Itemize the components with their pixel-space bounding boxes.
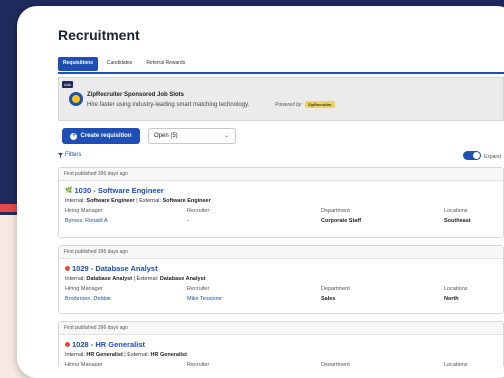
published-date: First published 396 days ago (59, 168, 503, 181)
tab-underline (58, 72, 504, 74)
location-value: Southeast (444, 218, 471, 224)
department-header: Department (321, 286, 350, 292)
department-header: Department (321, 362, 350, 366)
app-screen: Recruitment Requisitions Candidates Refe… (52, 13, 504, 366)
create-requisition-label: Create requisition (80, 133, 132, 139)
requisition-card[interactable]: First published 396 days ago 🌿 1030 - So… (58, 167, 504, 238)
manager-header: Hiring Manager (65, 362, 103, 366)
locations-column: Locations Southeast (444, 208, 471, 224)
manager-header: Hiring Manager (65, 286, 103, 292)
locations-header: Locations (444, 286, 468, 292)
chevron-down-icon: ⌄ (223, 133, 229, 139)
banner-subtitle: Hire faster using industry-leading smart… (87, 102, 250, 108)
tab-requisitions[interactable]: Requisitions (58, 57, 99, 71)
recruiter-column: Recruiter - (187, 208, 209, 224)
requisition-card[interactable]: First published 396 days ago 1029 - Data… (58, 245, 504, 314)
department-value: Corporate Staff (321, 218, 362, 224)
recruiter-header: Recruiter (187, 208, 210, 214)
locations-column: Locations (444, 362, 468, 366)
ziprecruiter-logo-icon (69, 92, 83, 106)
requisition-titles: Internal: Database Analyst | External: D… (65, 276, 206, 282)
banner-powered-by: Powered by (275, 102, 302, 108)
recruiter-column: Recruiter (187, 362, 209, 366)
status-filter-select[interactable]: Open (5) ⌄ (148, 128, 236, 144)
ads-badge: Ads (62, 81, 73, 88)
filters-link[interactable]: Filters (58, 152, 81, 158)
manager-header: Hiring Manager (65, 208, 103, 214)
requisition-card[interactable]: First published 396 days ago 1028 - HR G… (58, 321, 504, 366)
locations-header: Locations (444, 208, 468, 214)
requisition-title: 1029 - Database Analyst (72, 264, 158, 273)
banner-title: ZipRecruiter Sponsored Job Slots (87, 92, 185, 98)
status-filter-value: Open (5) (154, 133, 178, 139)
ziprecruiter-brand-mark: ZipRecruiter (305, 101, 335, 108)
department-header: Department (321, 208, 350, 214)
recruiter-link[interactable]: Mike Tessione (187, 296, 222, 302)
locations-column: Locations North (444, 286, 468, 302)
expand-label: Expand (484, 154, 501, 160)
department-column: Department Corporate Staff (321, 208, 361, 224)
sponsored-banner[interactable]: Ads ZipRecruiter Sponsored Job Slots Hir… (58, 77, 504, 121)
create-requisition-button[interactable]: + Create requisition (62, 128, 140, 144)
requisition-title-link[interactable]: 1029 - Database Analyst (65, 264, 158, 273)
manager-link[interactable]: Byrnes, Ronald A (65, 218, 108, 224)
locations-header: Locations (444, 362, 468, 366)
filters-label: Filters (65, 152, 82, 158)
tab-referral-rewards[interactable]: Referral Rewards (141, 57, 190, 71)
requisition-title: 1030 - Software Engineer (74, 186, 164, 195)
requisition-title-link[interactable]: 1028 - HR Generalist (65, 340, 145, 349)
department-column: Department Sales (321, 286, 350, 302)
manager-link[interactable]: Brodersen, Debbie (65, 296, 111, 302)
location-value: North (444, 296, 459, 302)
manager-column: Hiring Manager (65, 362, 103, 366)
department-column: Department (321, 362, 350, 366)
status-dot-icon (65, 342, 70, 347)
department-value: Sales (321, 296, 336, 302)
expand-toggle[interactable] (463, 151, 481, 160)
requisition-title: 1028 - HR Generalist (72, 340, 145, 349)
requisition-titles: Internal: HR Generalist | External: HR G… (65, 352, 187, 358)
published-date: First published 396 days ago (59, 246, 503, 259)
requisition-title-link[interactable]: 🌿 1030 - Software Engineer (65, 186, 164, 195)
requisition-titles: Internal: Software Engineer | External: … (65, 198, 211, 204)
tab-candidates[interactable]: Candidates (102, 57, 137, 71)
status-dot-icon (65, 266, 70, 271)
page-title: Recruitment (58, 27, 140, 43)
recruiter-header: Recruiter (187, 362, 210, 366)
recruiter-header: Recruiter (187, 286, 210, 292)
tab-bar: Requisitions Candidates Referral Rewards (58, 57, 190, 71)
recruiter-column: Recruiter Mike Tessione (187, 286, 222, 302)
manager-column: Hiring Manager Byrnes, Ronald A (65, 208, 108, 224)
recruiter-value: - (187, 218, 189, 224)
leaf-icon: 🌿 (65, 188, 73, 194)
filter-icon (58, 152, 63, 158)
manager-column: Hiring Manager Brodersen, Debbie (65, 286, 111, 302)
plus-icon: + (70, 132, 78, 140)
published-date: First published 396 days ago (59, 322, 503, 335)
